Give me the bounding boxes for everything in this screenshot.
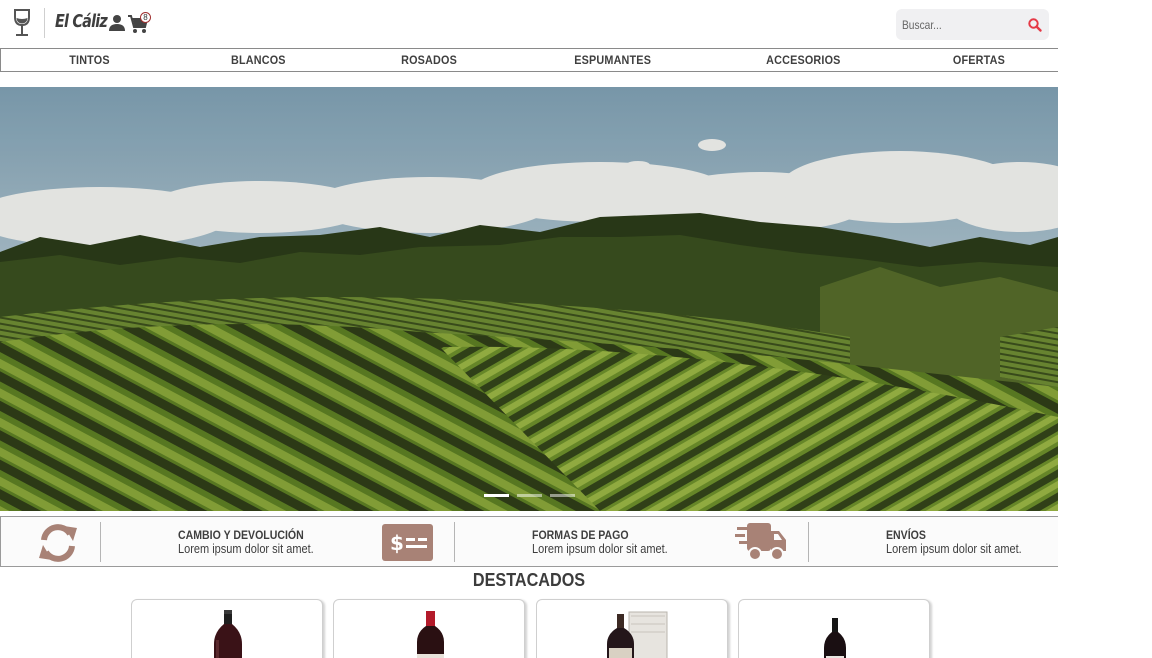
user-account-icon[interactable] <box>108 14 126 32</box>
nav-item-espumantes[interactable]: ESPUMANTES <box>574 53 651 67</box>
nav-item-tintos[interactable]: TINTOS <box>69 53 109 67</box>
nav-item-blancos[interactable]: BLANCOS <box>231 53 286 67</box>
features-bar: CAMBIO Y DEVOLUCIÓN Lorem ipsum dolor si… <box>0 516 1058 567</box>
feature-subtitle-payment: Lorem ipsum dolor sit amet. <box>532 542 668 556</box>
feature-title-payment: FORMAS DE PAGO <box>532 528 629 542</box>
wine-bottle-image <box>214 610 242 658</box>
svg-text:$: $ <box>390 531 404 555</box>
feature-title-returns: CAMBIO Y DEVOLUCIÓN <box>178 528 304 542</box>
feature-subtitle-shipping: Lorem ipsum dolor sit amet. <box>886 542 1022 556</box>
carousel-indicators <box>484 494 576 498</box>
product-card[interactable] <box>738 599 930 658</box>
carousel-dot-1[interactable] <box>484 494 509 497</box>
carousel-dot-2[interactable] <box>517 494 542 497</box>
search-box <box>896 9 1049 40</box>
payment-icon: $ <box>382 524 433 561</box>
feature-divider <box>808 522 809 562</box>
feature-divider <box>100 522 101 562</box>
feature-divider <box>454 522 455 562</box>
nav-item-rosados[interactable]: ROSADOS <box>401 53 457 67</box>
truck-icon <box>735 523 786 561</box>
feature-title-shipping: ENVÍOS <box>886 528 926 542</box>
wine-glass-logo-icon[interactable] <box>10 8 34 38</box>
wine-bottle-with-box-image <box>607 611 668 658</box>
site-header: El Cáliz 8 <box>0 0 1058 48</box>
wine-bottle-image <box>824 618 846 658</box>
carousel-dot-3[interactable] <box>550 494 575 497</box>
category-nav: TINTOS BLANCOS ROSADOS ESPUMANTES ACCESO… <box>0 48 1058 72</box>
search-icon[interactable] <box>1027 17 1043 33</box>
featured-section-title: DESTACADOS <box>472 570 586 590</box>
logo-divider <box>44 8 45 38</box>
feature-subtitle-returns: Lorem ipsum dolor sit amet. <box>178 542 314 556</box>
nav-item-ofertas[interactable]: OFERTAS <box>953 53 1005 67</box>
search-input[interactable] <box>902 15 996 34</box>
brand-name[interactable]: El Cáliz <box>55 11 108 32</box>
hero-carousel[interactable] <box>0 87 1058 511</box>
product-card[interactable] <box>333 599 525 658</box>
nav-item-accesorios[interactable]: ACCESORIOS <box>766 53 840 67</box>
product-card[interactable] <box>536 599 728 658</box>
wine-bottle-image <box>417 611 444 658</box>
cart-count-badge: 8 <box>140 12 151 23</box>
refresh-icon <box>39 524 77 562</box>
vineyard-landscape-image <box>0 87 1058 511</box>
product-card[interactable] <box>131 599 323 658</box>
